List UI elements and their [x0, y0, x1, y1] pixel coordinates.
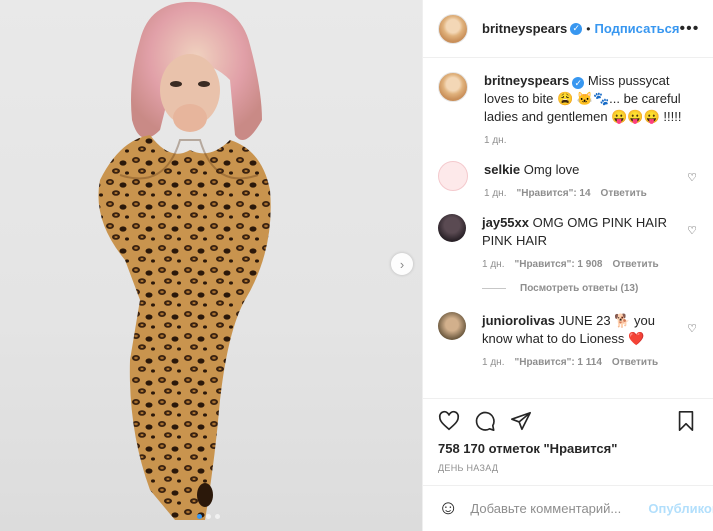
likes-count[interactable]: 758 170 отметок "Нравится" [438, 441, 697, 456]
post-header: britneyspears ✓ • Подписаться ••• [423, 0, 713, 58]
separator: • [586, 21, 591, 36]
post-sidebar: britneyspears ✓ • Подписаться ••• britne… [422, 0, 713, 531]
caption: britneyspears ✓ Miss pussycat loves to bi… [438, 72, 697, 147]
caption-time[interactable]: 1 дн. [484, 135, 506, 147]
comment-item: juniorolivas JUNE 23 🐕 you know what to … [438, 312, 697, 369]
post-date[interactable]: ДЕНЬ НАЗАД [438, 463, 697, 473]
avatar[interactable] [438, 13, 468, 44]
chevron-right-icon: › [399, 256, 405, 272]
add-comment-bar: ☺ Опубликовать [423, 485, 713, 531]
carousel-dot [215, 514, 220, 519]
comment-item: jay55xx OMG OMG PINK HAIR PINK HAIR 1 дн… [438, 214, 697, 271]
comment-username[interactable]: selkie [484, 162, 520, 177]
carousel-indicator [197, 514, 220, 519]
like-comment-heart-icon[interactable]: ♡ [687, 171, 697, 184]
comment-item: selkie Omg love 1 дн. "Нравится": 14 Отв… [438, 161, 697, 200]
comment-text: Omg love [523, 162, 580, 177]
post-actions: 758 170 отметок "Нравится" ДЕНЬ НАЗАД [423, 398, 713, 473]
comments-list: britneyspears ✓ Miss pussycat loves to bi… [423, 58, 713, 398]
follow-button[interactable]: Подписаться [594, 21, 679, 36]
verified-badge-icon: ✓ [570, 22, 583, 35]
instagram-post: › britneyspears ✓ • Подписаться ••• brit… [0, 0, 713, 531]
comment-input[interactable] [468, 500, 649, 517]
like-comment-heart-icon[interactable]: ♡ [687, 224, 697, 237]
like-comment-heart-icon[interactable]: ♡ [687, 322, 697, 335]
comment-likes[interactable]: "Нравится": 14 [516, 188, 590, 200]
bookmark-icon[interactable] [675, 410, 697, 432]
comment-time[interactable]: 1 дн. [484, 188, 506, 200]
emoji-icon[interactable]: ☺ [438, 497, 458, 520]
reply-button[interactable]: Ответить [601, 188, 647, 200]
comment-time[interactable]: 1 дн. [482, 357, 504, 369]
avatar[interactable] [438, 72, 468, 102]
comment-likes[interactable]: "Нравится": 1 908 [514, 259, 602, 271]
post-photo[interactable]: › [0, 0, 422, 531]
comment-username[interactable]: juniorolivas [482, 313, 555, 328]
heart-icon[interactable] [438, 410, 460, 432]
comment-icon[interactable] [474, 410, 496, 432]
next-photo-button[interactable]: › [391, 253, 413, 275]
author-username[interactable]: britneyspears [482, 21, 567, 36]
view-replies-button[interactable]: Посмотреть ответы (13) [482, 283, 697, 294]
carousel-dot [206, 514, 211, 519]
reply-button[interactable]: Ответить [612, 357, 658, 369]
comment-likes[interactable]: "Нравится": 1 114 [514, 357, 601, 369]
more-horizontal-icon[interactable]: ••• [679, 20, 699, 38]
publish-button[interactable]: Опубликовать [648, 501, 713, 516]
avatar[interactable] [438, 161, 468, 191]
photo-figure [98, 1, 271, 520]
divider [482, 288, 506, 289]
comment-username[interactable]: jay55xx [482, 215, 529, 230]
carousel-dot [197, 514, 202, 519]
share-icon[interactable] [510, 410, 532, 432]
caption-username[interactable]: britneyspears [484, 73, 569, 88]
avatar[interactable] [438, 312, 466, 340]
reply-button[interactable]: Ответить [612, 259, 658, 271]
view-replies-label[interactable]: Посмотреть ответы (13) [520, 283, 638, 294]
verified-badge-icon: ✓ [572, 77, 585, 89]
comment-time[interactable]: 1 дн. [482, 259, 504, 271]
avatar[interactable] [438, 214, 466, 242]
